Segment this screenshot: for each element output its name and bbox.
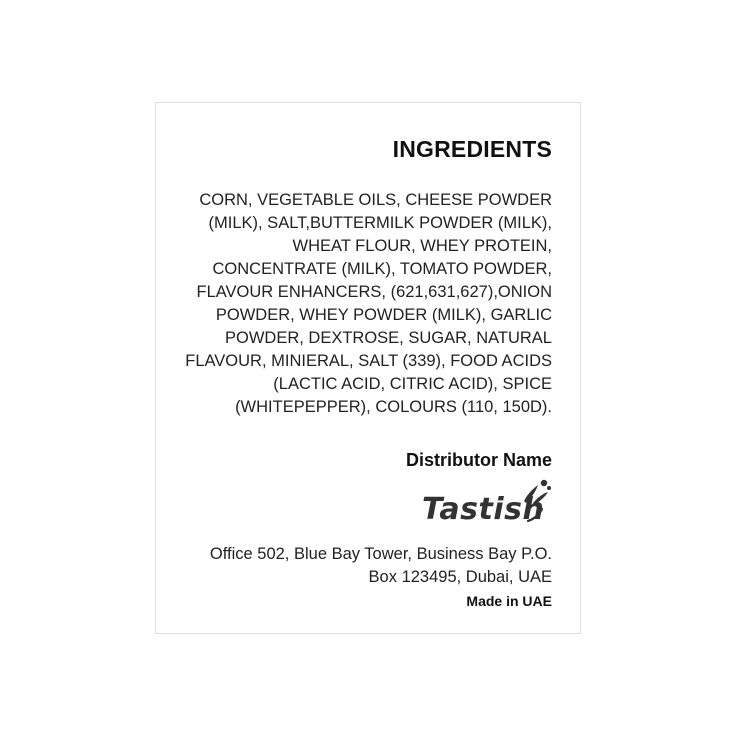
ingredients-line: FLAVOUR ENHANCERS, (621,631,627),ONION	[196, 283, 552, 301]
ingredients-line: WHEAT FLOUR, WHEY PROTEIN,	[292, 237, 552, 255]
ingredients-heading: INGREDIENTS	[392, 136, 552, 162]
distributor-heading: Distributor Name	[405, 450, 552, 470]
ingredients-line: POWDER, DEXTROSE, SUGAR, NATURAL	[225, 329, 552, 347]
ingredients-line: POWDER, WHEY POWDER (MILK), GARLIC	[215, 306, 552, 324]
brand-logo: Tastish	[172, 477, 552, 533]
tastish-logo: Tastish	[422, 479, 551, 527]
ingredients-label-card: INGREDIENTS CORN, VEGETABLE OILS, CHEESE…	[155, 102, 581, 634]
ingredients-line: (LACTIC ACID, CITRIC ACID), SPICE	[273, 375, 552, 393]
label-content: INGREDIENTS CORN, VEGETABLE OILS, CHEESE…	[172, 133, 552, 611]
ingredients-line: (WHITEPEPPER), COLOURS (110, 150D).	[235, 398, 552, 416]
made-in-label: Made in UAE	[466, 593, 552, 609]
distributor-address: Office 502, Blue Bay Tower, Business Bay…	[172, 543, 552, 589]
ingredients-line: CORN, VEGETABLE OILS, CHEESE POWDER	[199, 191, 552, 209]
ingredients-line: CONCENTRATE (MILK), TOMATO POWDER,	[212, 260, 553, 278]
address-line: Box 123495, Dubai, UAE	[368, 568, 552, 586]
ingredients-line: FLAVOUR, MINIERAL, SALT (339), FOOD ACID…	[185, 352, 552, 370]
ingredients-line: (MILK), SALT,BUTTERMILK POWDER (MILK),	[208, 214, 552, 232]
address-line: Office 502, Blue Bay Tower, Business Bay…	[209, 545, 552, 563]
svg-text:Tastish: Tastish	[422, 492, 544, 527]
ingredients-list: CORN, VEGETABLE OILS, CHEESE POWDER (MIL…	[172, 189, 552, 419]
